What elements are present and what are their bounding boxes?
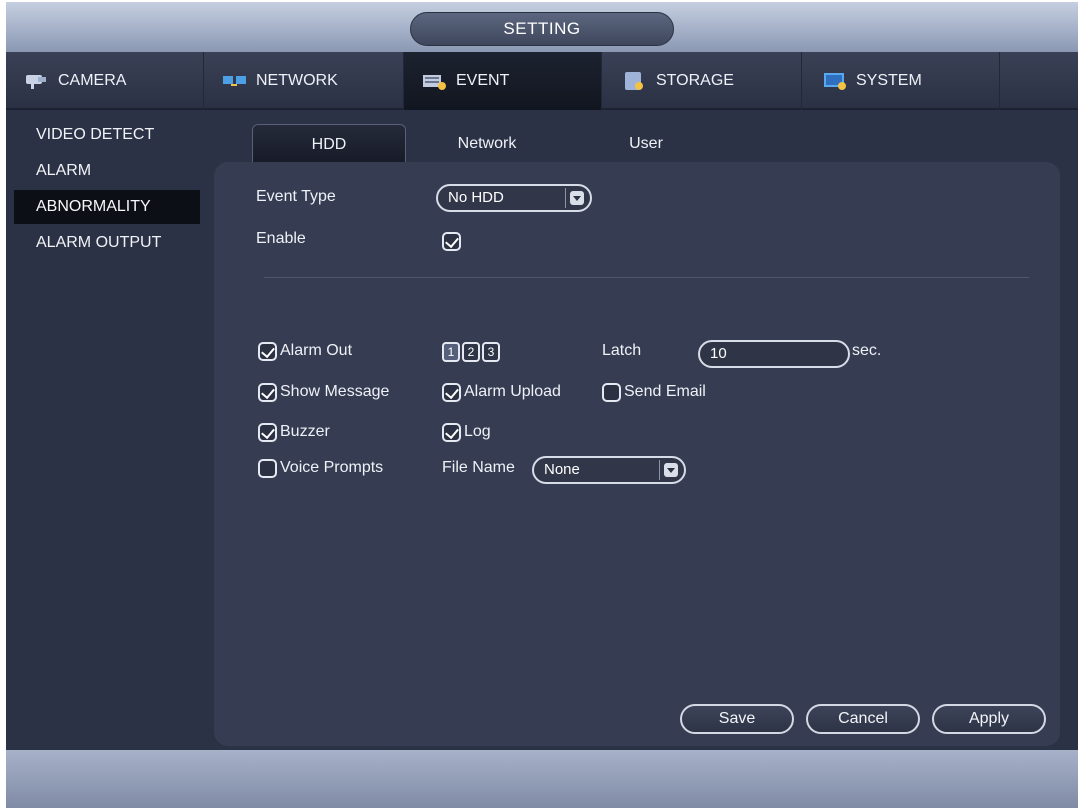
camera-icon [24,71,50,91]
topnav-event[interactable]: EVENT [404,52,602,110]
event-type-label: Event Type [256,188,336,205]
buzzer-label: Buzzer [280,423,330,440]
topnav-system-label: SYSTEM [856,72,922,89]
alarm-upload-label: Alarm Upload [464,383,561,400]
show-message-label: Show Message [280,383,390,400]
settings-window: SETTING CAMERA NETWORK EVENT STORAGE SYS… [6,2,1078,808]
sidebar-item-label: ALARM OUTPUT [36,234,162,251]
log-checkbox[interactable] [442,423,461,442]
top-navigation: CAMERA NETWORK EVENT STORAGE SYSTEM [6,52,1078,110]
log-label: Log [464,423,491,440]
latch-unit: sec. [852,342,882,359]
alarm-channel-1[interactable]: 1 [442,342,460,362]
topnav-camera[interactable]: CAMERA [6,52,204,110]
sidebar-item-alarm[interactable]: ALARM [14,154,200,188]
topnav-camera-label: CAMERA [58,72,127,89]
hdd-settings-panel: Event Type No HDD Enable Alarm Out 1 2 3… [214,162,1060,746]
latch-value: 10 [710,345,727,362]
send-email-label: Send Email [624,383,706,400]
event-type-select[interactable]: No HDD [436,184,592,212]
file-name-select[interactable]: None [532,456,686,484]
topnav-network[interactable]: NETWORK [204,52,404,110]
alarm-out-checkbox[interactable] [258,342,277,361]
topnav-storage-label: STORAGE [656,72,734,89]
sidebar-item-abnormality[interactable]: ABNORMALITY [14,190,200,224]
cancel-button[interactable]: Cancel [806,704,920,734]
window-title: SETTING [410,12,674,46]
sidebar-item-video-detect[interactable]: VIDEO DETECT [14,118,200,152]
sidebar-item-label: VIDEO DETECT [36,126,155,143]
storage-icon [622,71,648,91]
latch-label: Latch [602,342,642,359]
event-icon [422,71,448,91]
chevron-down-icon [570,191,584,205]
section-divider [264,277,1029,278]
chevron-down-icon [664,463,678,477]
system-icon [822,71,848,91]
bottom-bar [6,750,1078,808]
sidebar: VIDEO DETECT ALARM ABNORMALITY ALARM OUT… [6,112,206,742]
alarm-upload-checkbox[interactable] [442,383,461,402]
tab-hdd-label: HDD [311,136,347,153]
apply-button[interactable]: Apply [932,704,1046,734]
tab-network-label: Network [457,135,517,152]
alarm-channel-2[interactable]: 2 [462,342,480,362]
file-name-value: None [544,461,580,478]
latch-input[interactable]: 10 [698,340,850,368]
topnav-network-label: NETWORK [256,72,338,89]
buzzer-checkbox[interactable] [258,423,277,442]
network-icon [222,71,248,91]
send-email-checkbox[interactable] [602,383,621,402]
alarm-channel-3[interactable]: 3 [482,342,500,362]
sidebar-item-label: ALARM [36,162,92,179]
save-button[interactable]: Save [680,704,794,734]
tab-user[interactable]: User [586,124,706,164]
file-name-label: File Name [442,459,515,476]
topnav-event-label: EVENT [456,72,510,89]
title-bar: SETTING [6,2,1078,52]
tab-user-label: User [629,135,663,152]
voice-prompts-label: Voice Prompts [280,459,384,476]
show-message-checkbox[interactable] [258,383,277,402]
alarm-out-label: Alarm Out [280,342,353,359]
tab-network[interactable]: Network [422,124,552,164]
tab-hdd[interactable]: HDD [252,124,406,164]
sidebar-item-alarm-output[interactable]: ALARM OUTPUT [14,226,200,260]
voice-prompts-checkbox[interactable] [258,459,277,478]
enable-checkbox[interactable] [442,232,461,251]
sidebar-item-label: ABNORMALITY [36,198,151,215]
topnav-storage[interactable]: STORAGE [602,52,802,110]
enable-label: Enable [256,230,306,247]
topnav-system[interactable]: SYSTEM [802,52,1000,110]
event-type-value: No HDD [448,189,504,206]
